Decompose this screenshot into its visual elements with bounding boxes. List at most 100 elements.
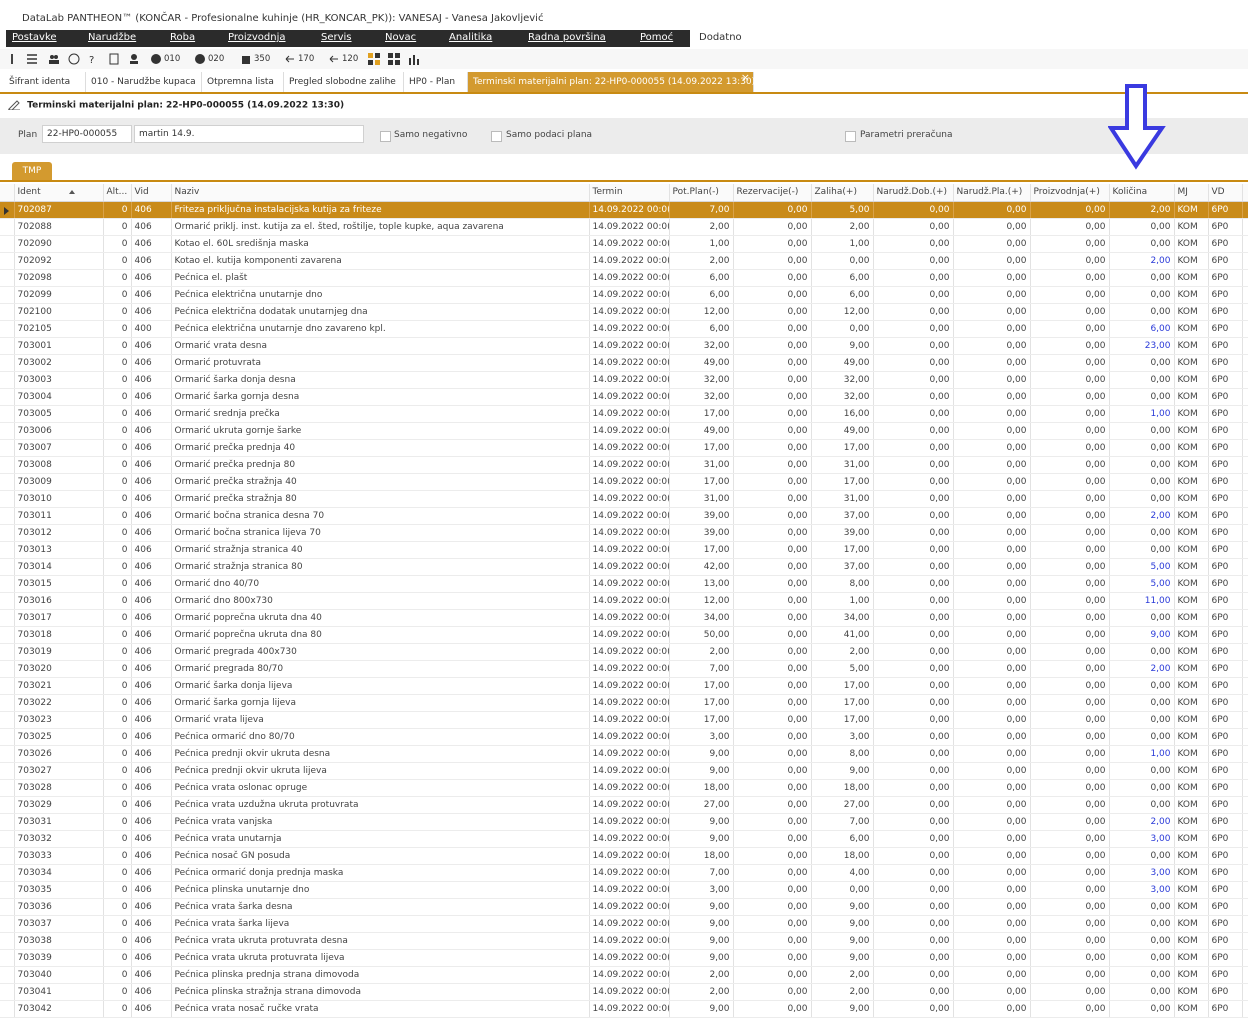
- menu-postavke[interactable]: Postavke: [12, 32, 57, 43]
- toolbar-350[interactable]: 350: [240, 51, 270, 67]
- column-header-zaliha[interactable]: Zaliha(+): [811, 184, 874, 202]
- menu-analitika[interactable]: Analitika: [449, 32, 492, 43]
- table-row[interactable]: 703019 0 406 Ormarić pregrada 400x730 14.09.…: [0, 643, 1248, 661]
- column-header-vid[interactable]: Vid: [131, 184, 172, 202]
- table-row[interactable]: 703009 0 406 Ormarić prečka stražnja 40 14.0…: [0, 473, 1248, 491]
- row-indicator[interactable]: [0, 575, 15, 593]
- table-row[interactable]: 703014 0 406 Ormarić stražnja stranica 80 14…: [0, 558, 1248, 576]
- tab-terminski-materijalni-plan[interactable]: Terminski materijalni plan: 22-HP0-00005…: [468, 71, 755, 92]
- table-row[interactable]: 703012 0 406 Ormarić bočna stranica lijeva …: [0, 524, 1248, 542]
- table-row[interactable]: 702092 0 406 Kotao el. kutija komponenti za…: [0, 252, 1248, 270]
- column-header-narudz-pla[interactable]: Narudž.Pla.(+): [953, 184, 1031, 202]
- toolbar-020[interactable]: 020: [194, 51, 224, 67]
- row-indicator[interactable]: [0, 915, 15, 933]
- close-icon[interactable]: ×: [741, 68, 750, 88]
- table-row[interactable]: 703008 0 406 Ormarić prečka prednja 80 14.09…: [0, 456, 1248, 474]
- row-indicator[interactable]: [0, 490, 15, 508]
- row-indicator[interactable]: [0, 422, 15, 440]
- users-icon[interactable]: [48, 51, 62, 67]
- row-indicator[interactable]: [0, 405, 15, 423]
- table-row[interactable]: 703036 0 406 Pećnica vrata šarka desna 14.09…: [0, 898, 1248, 916]
- row-indicator[interactable]: [0, 1000, 15, 1018]
- row-indicator[interactable]: [0, 898, 15, 916]
- table-row[interactable]: 703005 0 406 Ormarić srednja prečka 14.09.20…: [0, 405, 1248, 423]
- table-row[interactable]: 703001 0 406 Ormarić vrata desna 14.09.2022 …: [0, 337, 1248, 355]
- parametri-preracuna-checkbox[interactable]: [845, 131, 856, 142]
- toolbar-010[interactable]: 010: [150, 51, 180, 67]
- column-header-alt[interactable]: Alt...: [103, 184, 132, 202]
- menu-servis[interactable]: Servis: [321, 32, 352, 43]
- table-row[interactable]: 703023 0 406 Ormarić vrata lijeva 14.09.2022…: [0, 711, 1248, 729]
- table-row[interactable]: 703025 0 406 Pećnica ormarić dno 80/70 14.09…: [0, 728, 1248, 746]
- table-row[interactable]: 703029 0 406 Pećnica vrata uzdužna ukruta p…: [0, 796, 1248, 814]
- row-indicator[interactable]: [0, 320, 15, 338]
- menu-pomoc[interactable]: Pomoć: [640, 32, 673, 43]
- table-row[interactable]: 702098 0 406 Pećnica el. plašt 14.09.2022 00…: [0, 269, 1248, 287]
- row-indicator[interactable]: [0, 745, 15, 763]
- table-row[interactable]: 703015 0 406 Ormarić dno 40/70 14.09.2022 00…: [0, 575, 1248, 593]
- row-indicator[interactable]: [0, 235, 15, 253]
- table-row[interactable]: 702090 0 406 Kotao el. 60L središnja maska 1…: [0, 235, 1248, 253]
- menu-narudzbe[interactable]: Narudžbe: [88, 32, 136, 43]
- table-row[interactable]: 702099 0 406 Pećnica električna unutarnje d…: [0, 286, 1248, 304]
- table-row[interactable]: 703042 0 406 Pećnica vrata nosač ručke vrat…: [0, 1000, 1248, 1018]
- table-row[interactable]: 703037 0 406 Pećnica vrata šarka lijeva 14.0…: [0, 915, 1248, 933]
- row-indicator[interactable]: [0, 830, 15, 848]
- column-header-vd[interactable]: VD: [1208, 184, 1243, 202]
- table-row[interactable]: 703034 0 406 Pećnica ormarić donja prednja …: [0, 864, 1248, 882]
- row-indicator[interactable]: [0, 864, 15, 882]
- samo-podaci-plana-checkbox[interactable]: [491, 131, 502, 142]
- tab-hp0-plan[interactable]: HP0 - Plan: [404, 72, 468, 92]
- row-indicator[interactable]: [0, 779, 15, 797]
- row-indicator[interactable]: [0, 252, 15, 270]
- plan-input[interactable]: 22-HP0-000055: [42, 125, 132, 143]
- table-row[interactable]: 703035 0 406 Pećnica plinska unutarnje dno 1…: [0, 881, 1248, 899]
- help-icon[interactable]: ?: [88, 51, 102, 67]
- column-header-narudz-dob[interactable]: Narudž.Dob.(+): [873, 184, 954, 202]
- info-icon[interactable]: [6, 51, 20, 67]
- row-indicator[interactable]: [0, 524, 15, 542]
- tab-sifrant-identa[interactable]: Šifrant identa: [4, 72, 86, 92]
- table-row[interactable]: 703020 0 406 Ormarić pregrada 80/70 14.09.20…: [0, 660, 1248, 678]
- row-indicator[interactable]: [0, 881, 15, 899]
- table-row[interactable]: 703018 0 406 Ormarić poprečna ukruta dna 80…: [0, 626, 1248, 644]
- column-header-naziv[interactable]: Naziv: [171, 184, 590, 202]
- list-edit-icon[interactable]: [26, 51, 40, 67]
- row-indicator[interactable]: [0, 303, 15, 321]
- samo-negativno-checkbox[interactable]: [380, 131, 391, 142]
- column-header-kolicina[interactable]: Količina: [1109, 184, 1175, 202]
- row-indicator[interactable]: [0, 541, 15, 559]
- menu-dodatno[interactable]: Dodatno: [699, 32, 742, 43]
- table-row[interactable]: 702087 0 406 Friteza priključna instalacijs…: [0, 201, 1248, 219]
- menu-novac[interactable]: Novac: [385, 32, 416, 43]
- row-indicator[interactable]: [0, 983, 15, 1001]
- row-indicator[interactable]: [0, 286, 15, 304]
- tab-pregled-slobodne-zalihe[interactable]: Pregled slobodne zalihe: [284, 72, 404, 92]
- table-row[interactable]: 702088 0 406 Ormarić priklj. inst. kutija z…: [0, 218, 1248, 236]
- bar-chart-icon[interactable]: [408, 51, 422, 67]
- row-indicator[interactable]: [0, 269, 15, 287]
- user-tool-icon[interactable]: [128, 51, 142, 67]
- table-row[interactable]: 703002 0 406 Ormarić protuvrata 14.09.2022 0…: [0, 354, 1248, 372]
- document-tool-icon[interactable]: [108, 51, 122, 67]
- menu-proizvodnja[interactable]: Proizvodnja: [228, 32, 286, 43]
- row-indicator[interactable]: [0, 813, 15, 831]
- table-row[interactable]: 703028 0 406 Pećnica vrata oslonac opruge 14…: [0, 779, 1248, 797]
- column-header-ident[interactable]: Ident: [14, 184, 104, 202]
- row-indicator[interactable]: [0, 728, 15, 746]
- tab-narudzbe-kupaca[interactable]: 010 - Narudžbe kupaca: [86, 72, 202, 92]
- table-row[interactable]: 703027 0 406 Pećnica prednji okvir ukruta l…: [0, 762, 1248, 780]
- row-indicator[interactable]: [0, 694, 15, 712]
- column-header-termin[interactable]: Termin: [589, 184, 670, 202]
- row-indicator[interactable]: [0, 456, 15, 474]
- tab-otpremna-lista[interactable]: Otpremna lista: [202, 72, 284, 92]
- row-indicator[interactable]: [0, 473, 15, 491]
- row-indicator[interactable]: [0, 626, 15, 644]
- table-row[interactable]: 703017 0 406 Ormarić poprečna ukruta dna 40…: [0, 609, 1248, 627]
- row-indicator[interactable]: [0, 847, 15, 865]
- row-indicator[interactable]: [0, 949, 15, 967]
- row-indicator[interactable]: [0, 643, 15, 661]
- toolbar-170[interactable]: 170: [284, 51, 314, 67]
- row-indicator[interactable]: [0, 201, 15, 219]
- table-row[interactable]: 702105 0 400 Pećnica električna unutarnje d…: [0, 320, 1248, 338]
